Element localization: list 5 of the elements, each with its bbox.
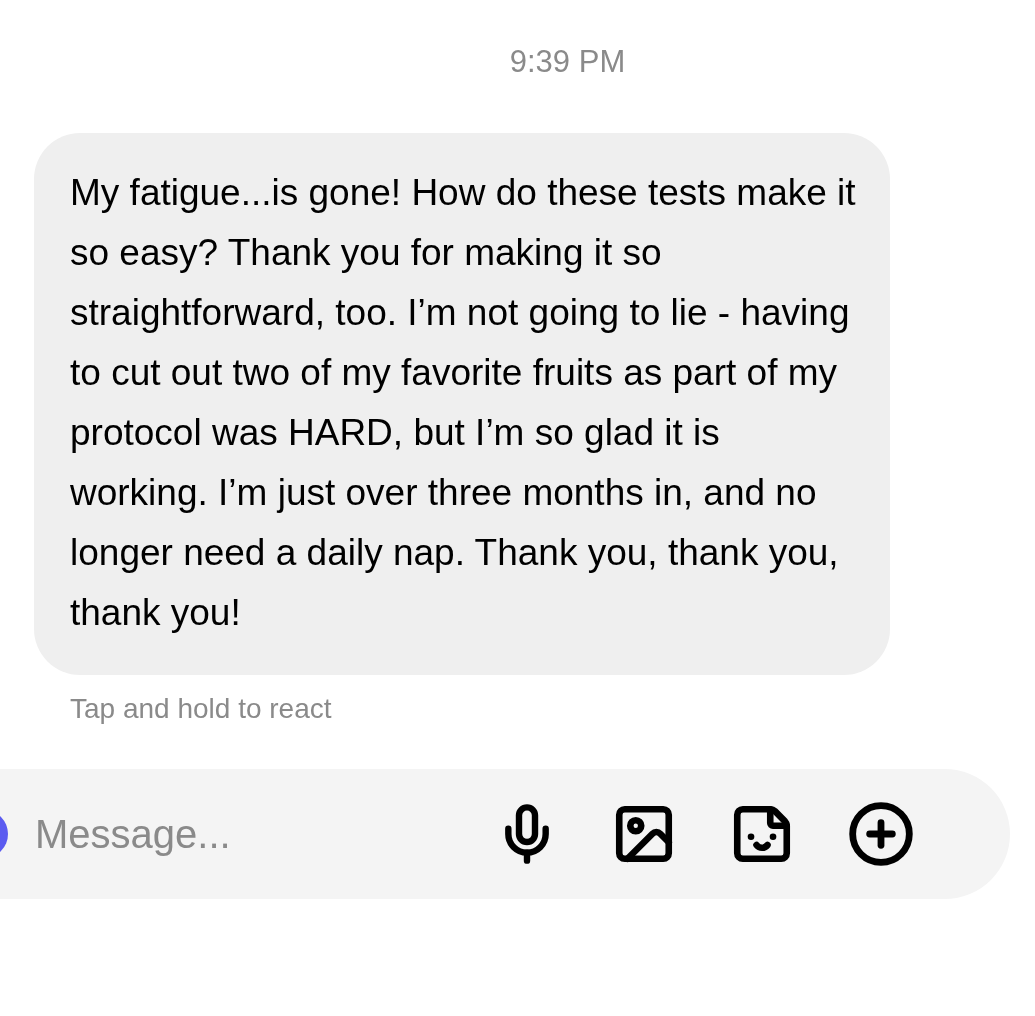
react-hint: Tap and hold to react: [70, 693, 332, 724]
timestamp: 9:39 PM: [509, 43, 626, 81]
add-icon[interactable]: [847, 800, 915, 868]
message-text: My fatigue...is gone! How do these tests make it so easy? Thank you for making it so straightforward, too. I’m not going to lie - having to cut out two of my favorite fruits as part of my protocol was HARD, but I’m so glad it is working. I’m just over three months in, and no longer need a daily nap. Thank you, thank you, thank you!: [70, 171, 857, 635]
message-input[interactable]: Message...: [35, 804, 465, 864]
